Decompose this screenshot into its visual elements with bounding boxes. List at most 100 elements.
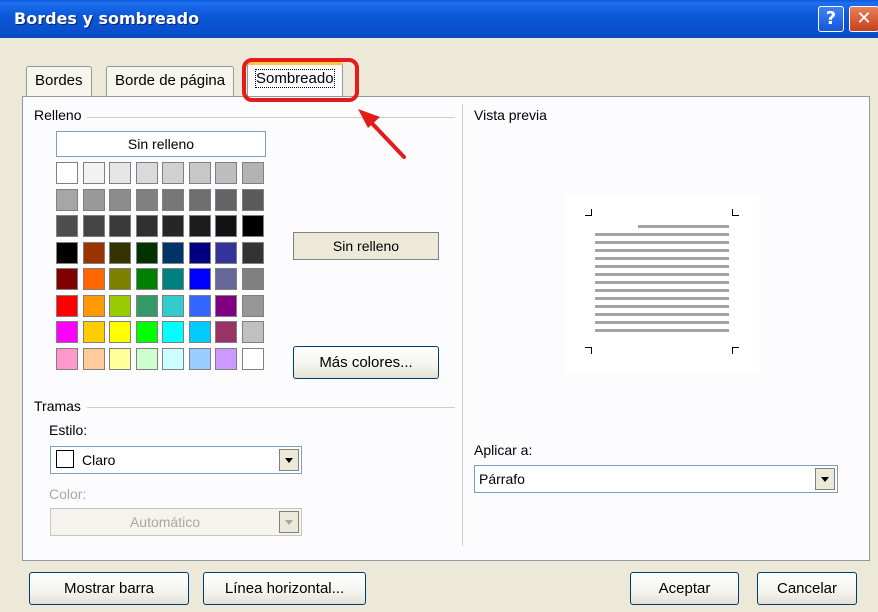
preview-line (595, 297, 729, 300)
color-swatch[interactable] (215, 215, 237, 237)
color-swatch[interactable] (188, 241, 211, 264)
chevron-down-icon[interactable] (279, 449, 299, 471)
tab-bordes[interactable]: Bordes (26, 66, 92, 96)
color-swatch[interactable] (109, 241, 131, 264)
color-swatch[interactable] (82, 215, 105, 237)
color-swatch[interactable] (135, 294, 158, 317)
color-swatch[interactable] (56, 162, 78, 184)
color-swatch[interactable] (162, 162, 184, 184)
color-swatch[interactable] (241, 188, 264, 211)
color-swatch[interactable] (162, 347, 184, 370)
color-swatch[interactable] (188, 162, 211, 184)
color-swatch[interactable] (82, 268, 105, 290)
color-swatch[interactable] (56, 268, 78, 290)
question-icon: ? (825, 8, 837, 29)
color-swatch[interactable] (109, 347, 131, 370)
color-swatch[interactable] (109, 162, 131, 184)
color-swatch[interactable] (56, 294, 78, 317)
color-swatch[interactable] (82, 347, 105, 370)
preview-line (595, 257, 729, 260)
color-swatch[interactable] (215, 268, 237, 290)
color-swatch[interactable] (241, 162, 264, 184)
cancel-button[interactable]: Cancelar (757, 572, 857, 605)
color-swatch[interactable] (135, 162, 158, 184)
color-label: Color: (49, 486, 87, 502)
color-swatch[interactable] (82, 294, 105, 317)
color-swatch[interactable] (109, 215, 131, 237)
color-swatch[interactable] (162, 215, 184, 237)
color-swatch[interactable] (56, 188, 78, 211)
color-swatch[interactable] (241, 321, 264, 343)
color-swatch[interactable] (109, 294, 131, 317)
color-swatch[interactable] (188, 268, 211, 290)
color-swatch[interactable] (56, 321, 78, 343)
selected-fill-preview: Sin relleno (293, 232, 439, 260)
color-swatch[interactable] (162, 188, 184, 211)
color-swatch[interactable] (109, 321, 131, 343)
color-swatch[interactable] (82, 241, 105, 264)
color-swatch[interactable] (241, 215, 264, 237)
color-swatch[interactable] (188, 294, 211, 317)
color-swatch[interactable] (56, 347, 78, 370)
close-button[interactable]: ✕ (849, 6, 878, 32)
title-bar[interactable]: Bordes y sombreado ? ✕ (0, 0, 878, 38)
color-swatch[interactable] (162, 321, 184, 343)
color-swatch[interactable] (188, 215, 211, 237)
color-swatch[interactable] (215, 241, 237, 264)
color-swatch[interactable] (188, 347, 211, 370)
color-swatch[interactable] (135, 321, 158, 343)
color-swatch[interactable] (188, 188, 211, 211)
style-swatch (56, 450, 74, 468)
color-swatch[interactable] (162, 241, 184, 264)
color-swatch[interactable] (135, 188, 158, 211)
apply-to-select[interactable]: Párrafo (474, 465, 838, 493)
color-swatch[interactable] (82, 188, 105, 211)
more-colors-button[interactable]: Más colores... (293, 346, 439, 379)
color-swatch[interactable] (56, 241, 78, 264)
color-swatch[interactable] (241, 241, 264, 264)
ok-label: Aceptar (658, 580, 711, 597)
color-swatch[interactable] (82, 162, 105, 184)
chevron-down-icon[interactable] (279, 511, 299, 533)
color-swatch[interactable] (241, 347, 264, 370)
color-swatch[interactable] (162, 268, 184, 290)
tab-borde-de-pagina[interactable]: Borde de página (106, 66, 235, 96)
color-swatch[interactable] (135, 215, 158, 237)
color-swatch[interactable] (135, 347, 158, 370)
color-swatch[interactable] (56, 215, 78, 237)
color-swatch[interactable] (241, 294, 264, 317)
color-swatch[interactable] (109, 268, 131, 290)
no-fill-button[interactable]: Sin relleno (56, 131, 266, 157)
show-toolbar-button[interactable]: Mostrar barra (29, 572, 189, 605)
pattern-color-value: Automático (129, 514, 201, 530)
help-button[interactable]: ? (818, 6, 844, 32)
color-swatch[interactable] (135, 268, 158, 290)
pattern-color-select[interactable]: Automático (50, 508, 302, 536)
tab-borde-de-pagina-label: Borde de página (115, 72, 226, 89)
color-swatch[interactable] (135, 241, 158, 264)
preview-line (595, 241, 729, 244)
preview-corner (732, 209, 739, 216)
color-swatch[interactable] (215, 347, 237, 370)
window-title: Bordes y sombreado (14, 9, 200, 28)
chevron-down-icon[interactable] (815, 468, 835, 490)
style-select[interactable]: Claro (50, 446, 302, 474)
color-swatch[interactable] (215, 162, 237, 184)
color-swatch[interactable] (241, 268, 264, 290)
section-divider (462, 104, 463, 546)
color-swatch[interactable] (82, 321, 105, 343)
ok-button[interactable]: Aceptar (630, 572, 739, 605)
show-toolbar-label: Mostrar barra (63, 580, 155, 597)
color-swatch[interactable] (162, 294, 184, 317)
preview-corner (585, 347, 592, 354)
color-swatch[interactable] (188, 321, 211, 343)
color-swatch[interactable] (109, 188, 131, 211)
preview-corner (732, 347, 739, 354)
color-swatch[interactable] (215, 321, 237, 343)
apply-to-label: Aplicar a: (474, 442, 533, 458)
apply-to-value: Párrafo (479, 471, 525, 487)
close-icon: ✕ (856, 8, 872, 29)
horizontal-line-button[interactable]: Línea horizontal... (203, 572, 366, 605)
color-swatch[interactable] (215, 188, 237, 211)
color-swatch[interactable] (215, 294, 237, 317)
